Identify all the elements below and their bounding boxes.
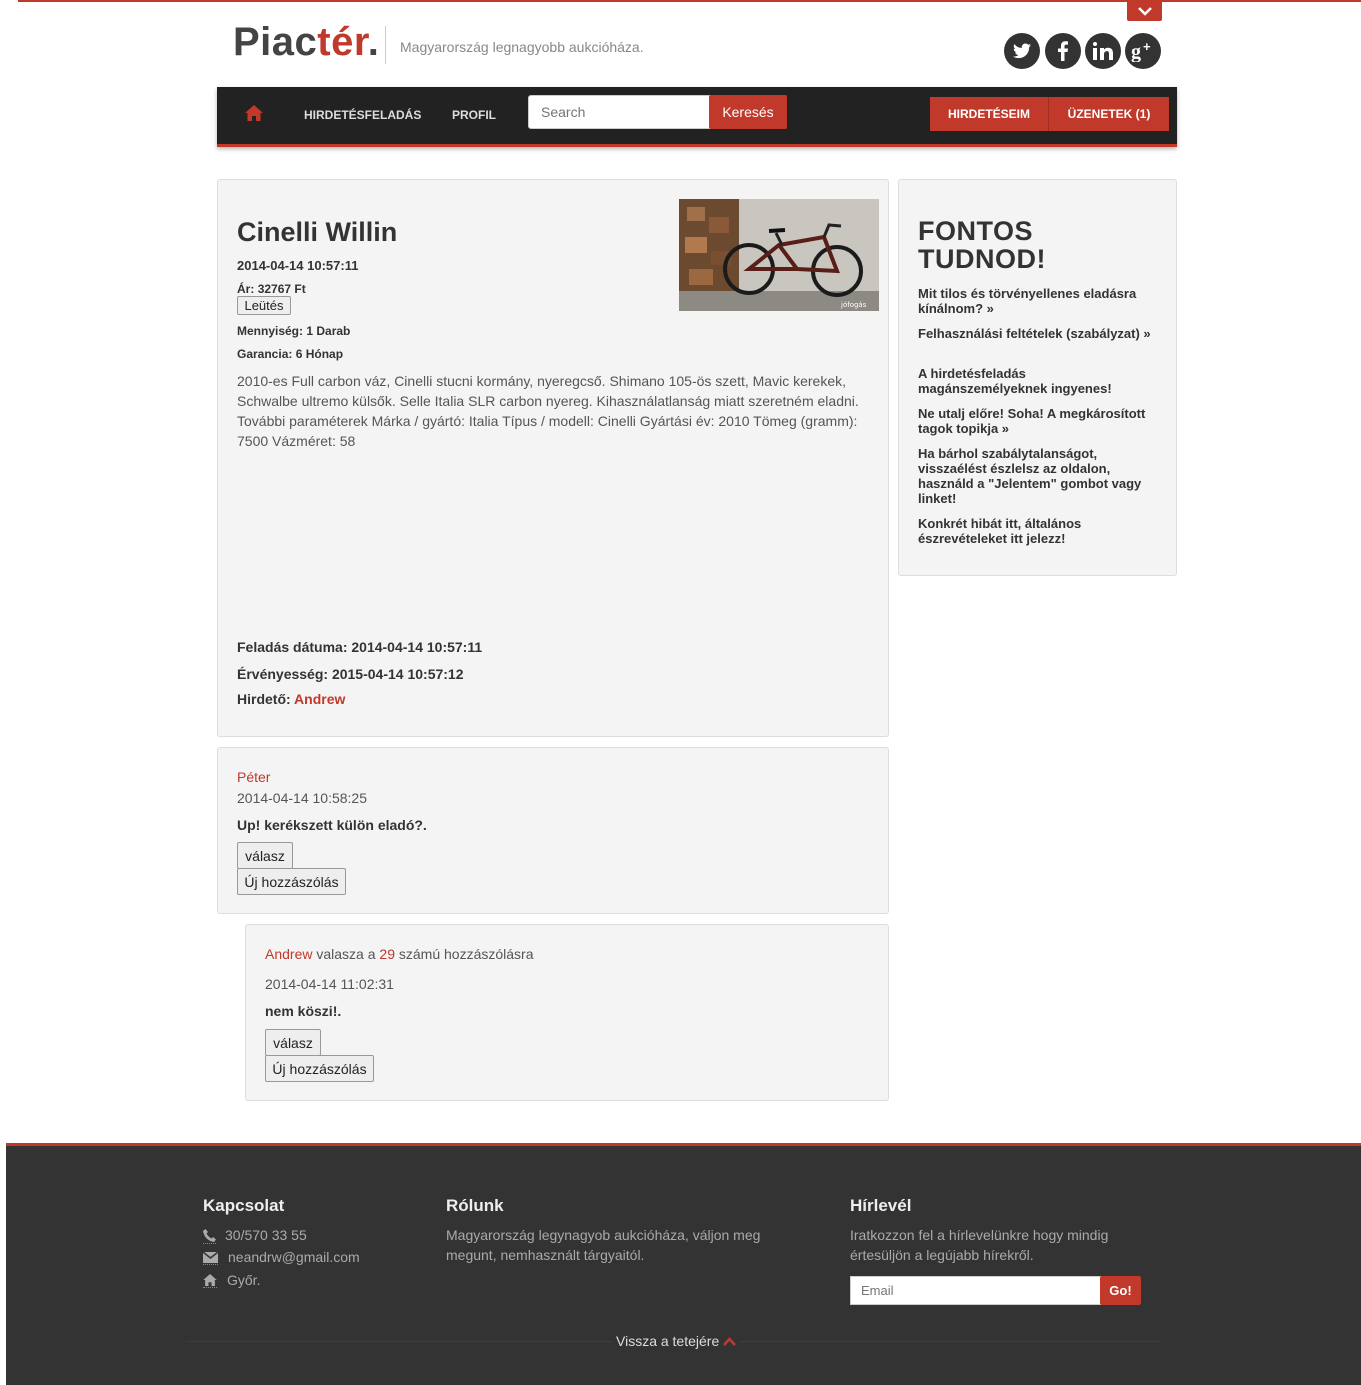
logo-main: Piac: [233, 20, 318, 64]
messages-count: (1): [1135, 107, 1151, 121]
sidebar-item-report: Ha bárhol szabálytalanságot, visszaélést…: [918, 446, 1142, 506]
sidebar-item-no-prepay[interactable]: Ne utalj előre! Soha! A megkárosított ta…: [918, 406, 1158, 436]
listing-description: 2010-es Full carbon váz, Cinelli stucni …: [237, 373, 859, 449]
new-comment-button[interactable]: Új hozzászólás: [265, 1055, 374, 1082]
home-icon: [203, 1274, 217, 1288]
site-logo[interactable]: Piactér.: [233, 20, 379, 65]
footer-contact-title: Kapcsolat: [203, 1196, 285, 1215]
linkedin-icon: [1093, 42, 1113, 60]
footer-about-text: Magyarország legynagyob aukcióháza, válj…: [446, 1227, 761, 1263]
footer-newsletter-title: Hírlevél: [850, 1196, 912, 1215]
posted-label: Feladás dátuma:: [237, 639, 348, 655]
listing-posted-date: Feladás dátuma: 2014-04-14 10:57:11: [237, 639, 482, 655]
comment-reply-card: Andrew valasza a 29 számú hozzászólásra …: [245, 924, 889, 1101]
reply-ref-link[interactable]: 29: [379, 946, 395, 962]
twitter-icon: [1013, 43, 1031, 59]
facebook-link[interactable]: [1045, 33, 1081, 69]
site-footer: Kapcsolat 30/570 33 55 neandrw@gmail.com…: [6, 1143, 1361, 1385]
chevron-up-icon: [723, 1336, 737, 1346]
listing-warranty: Garancia: 6 Hónap: [237, 347, 343, 361]
nav-messages-label: ÜZENETEK: [1067, 107, 1133, 121]
advertiser-label: Hirdető:: [237, 691, 291, 707]
logo-separator: [385, 26, 386, 64]
search-button[interactable]: Keresés: [709, 95, 787, 129]
quantity-value: 1 Darab: [306, 324, 351, 338]
listing-valid-until: Érvényesség: 2015-04-14 10:57:12: [237, 666, 464, 682]
reply-author[interactable]: Andrew: [265, 946, 312, 962]
sidebar-item-terms[interactable]: Felhasználási feltételek (szabályzat) »: [918, 326, 1158, 341]
sidebar-item-free: A hirdetésfeladás magánszemélyeknek ingy…: [918, 366, 1112, 396]
posted-value: 2014-04-14 10:57:11: [351, 639, 483, 655]
main-navbar: HIRDETÉSFELADÁS PROFIL Keresés HIRDETÉSE…: [217, 87, 1177, 147]
sidebar-title-line2: TUDNOD!: [918, 244, 1046, 274]
nav-profile[interactable]: PROFIL: [452, 108, 496, 122]
bike-photo: jófogás: [679, 199, 879, 311]
footer-phone: 30/570 33 55: [225, 1227, 307, 1243]
svg-text:g: g: [1131, 41, 1141, 62]
sidebar-item-prohibited[interactable]: Mit tilos és törvényellenes eladásra kín…: [918, 286, 1158, 316]
quantity-label: Mennyiség:: [237, 324, 304, 338]
newsletter-submit-button[interactable]: Go!: [1100, 1276, 1141, 1305]
listing-advertiser: Hirdető: Andrew: [237, 691, 345, 707]
listing-quantity: Mennyiség: 1 Darab: [237, 324, 350, 338]
listing-title: Cinelli Willin: [237, 217, 398, 247]
home-icon: [245, 105, 263, 121]
google-plus-link[interactable]: g +: [1125, 33, 1161, 69]
image-watermark: jófogás: [840, 301, 867, 309]
twitter-link[interactable]: [1004, 33, 1040, 69]
logo-dot: .: [367, 20, 380, 64]
sidebar-title-line1: FONTOS: [918, 216, 1034, 246]
bid-button[interactable]: Leütés: [237, 296, 291, 315]
newsletter-email-input[interactable]: [850, 1276, 1108, 1305]
warranty-value: 6 Hónap: [295, 347, 344, 361]
reply-header: Andrew valasza a 29 számú hozzászólásra: [265, 946, 534, 962]
svg-text:+: +: [1143, 40, 1151, 54]
nav-my-ads[interactable]: HIRDETÉSEIM: [930, 97, 1048, 131]
facebook-icon: [1058, 41, 1068, 61]
phone-icon: [203, 1229, 216, 1244]
envelope-icon: [203, 1252, 218, 1265]
nav-messages[interactable]: ÜZENETEK (1): [1049, 97, 1169, 131]
header-dropdown-toggle[interactable]: [1127, 2, 1162, 21]
comment-date: 2014-04-14 10:58:25: [237, 790, 367, 806]
chevron-down-icon: [1137, 7, 1152, 16]
nav-home[interactable]: [245, 105, 263, 126]
price-value: 32767 Ft: [257, 282, 306, 296]
reply-button[interactable]: válasz: [237, 842, 293, 869]
listing-panel: Cinelli Willin jófogás 2014-04-14 10:57:…: [217, 179, 889, 737]
back-to-top-label: Vissza a tetejére: [616, 1333, 720, 1349]
comment-date: 2014-04-14 11:02:31: [265, 976, 394, 992]
sidebar-item-feedback: Konkrét hibát itt, általános észrevétele…: [918, 516, 1082, 546]
footer-email[interactable]: neandrw@gmail.com: [228, 1247, 360, 1267]
valid-label: Érvényesség:: [237, 666, 329, 682]
reply-text: valasza a: [316, 946, 376, 962]
new-comment-button[interactable]: Új hozzászólás: [237, 868, 346, 895]
comment-card: Péter 2014-04-14 10:58:25 Up! kerékszett…: [217, 747, 889, 914]
listing-image[interactable]: jófogás: [679, 199, 879, 311]
reply-button[interactable]: válasz: [265, 1029, 321, 1056]
footer-newsletter-text: Iratkozzon fel a hírlevelünkre hogy mind…: [850, 1227, 1109, 1263]
comment-text: nem köszi!.: [265, 1003, 342, 1019]
sidebar-title: FONTOS TUDNOD!: [918, 217, 1046, 273]
advertiser-link[interactable]: Andrew: [294, 691, 345, 707]
price-label: Ár:: [237, 282, 255, 296]
logo-accent: tér: [317, 20, 368, 64]
warranty-label: Garancia:: [237, 347, 293, 361]
google-plus-icon: g +: [1131, 40, 1151, 62]
search-input[interactable]: [528, 95, 729, 129]
linkedin-link[interactable]: [1085, 33, 1121, 69]
site-tagline: Magyarország legnagyobb aukcióháza.: [400, 39, 644, 55]
nav-post-ad[interactable]: HIRDETÉSFELADÁS: [304, 108, 421, 122]
comment-author[interactable]: Péter: [237, 769, 270, 785]
comment-text: Up! kerékszett külön eladó?.: [237, 817, 427, 833]
info-sidebar: FONTOS TUDNOD! Mit tilos és törvényellen…: [898, 179, 1177, 576]
back-to-top-link[interactable]: Vissza a tetejére: [612, 1333, 741, 1349]
valid-value: 2015-04-14 10:57:12: [331, 666, 464, 682]
footer-about-title: Rólunk: [446, 1196, 504, 1215]
reply-suffix: számú hozzászólásra: [398, 946, 534, 962]
listing-datetime: 2014-04-14 10:57:11: [237, 258, 359, 273]
listing-price: Ár: 32767 Ft: [237, 282, 306, 296]
footer-city: Győr.: [227, 1272, 261, 1288]
